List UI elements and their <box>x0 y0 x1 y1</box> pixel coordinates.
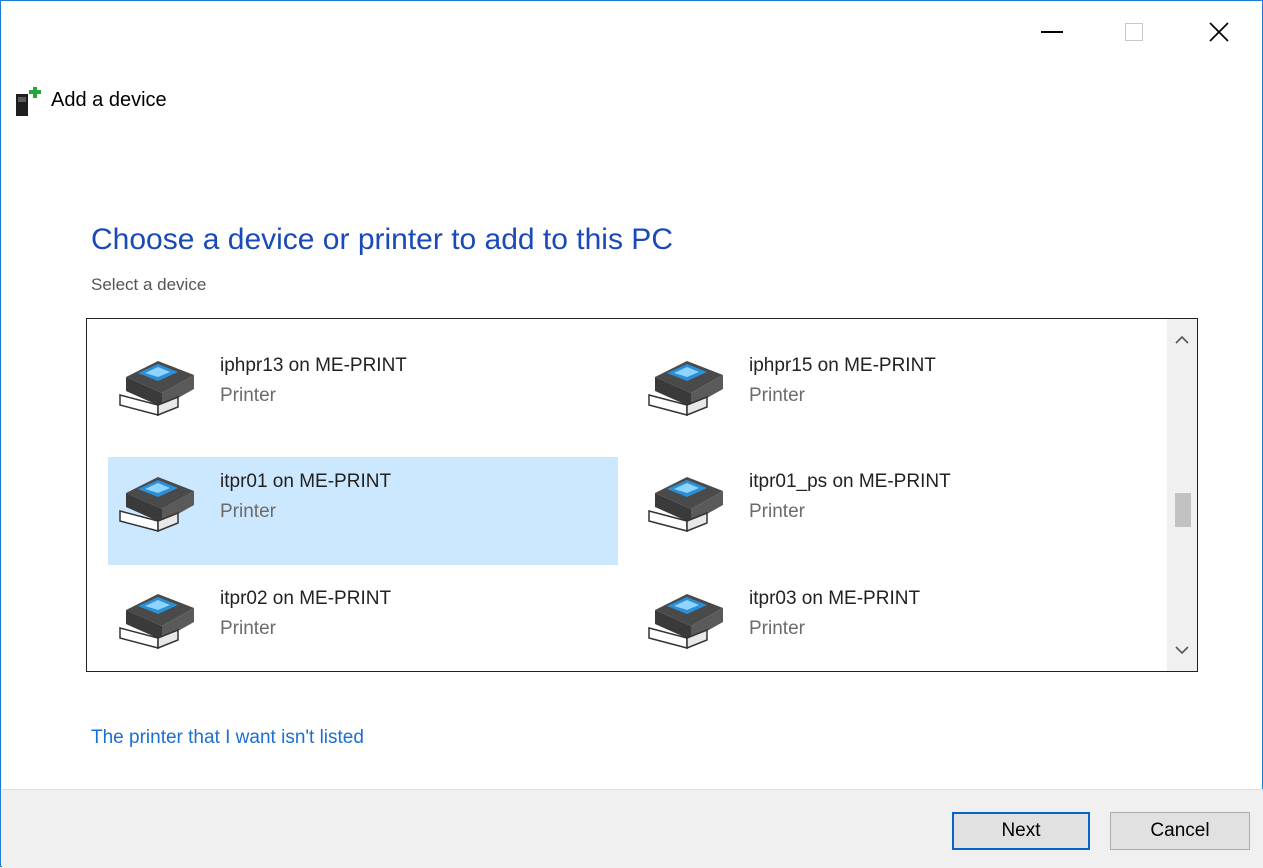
device-tile[interactable]: itpr01_ps on ME-PRINT Printer <box>637 457 1147 565</box>
device-name: itpr03 on ME-PRINT <box>749 588 921 609</box>
device-list-scrollbar[interactable] <box>1167 319 1197 671</box>
device-list[interactable]: Printer Printer iphpr13 on ME-PRINT Printer… <box>86 318 1198 672</box>
close-button[interactable] <box>1196 9 1242 55</box>
device-name: itpr02 on ME-PRINT <box>220 588 392 609</box>
printer-not-listed-link[interactable]: The printer that I want isn't listed <box>91 727 364 749</box>
scroll-up-button[interactable] <box>1167 323 1197 357</box>
device-tile[interactable]: itpr03 on ME-PRINT Printer <box>637 574 1147 671</box>
scroll-thumb[interactable] <box>1175 493 1191 527</box>
chevron-down-icon <box>1175 646 1189 655</box>
maximize-icon <box>1125 23 1143 41</box>
device-tile[interactable]: Printer <box>108 319 618 332</box>
device-type: Printer <box>220 618 276 639</box>
device-type: Printer <box>749 501 805 522</box>
close-icon <box>1209 22 1229 42</box>
chevron-up-icon <box>1175 335 1189 344</box>
scroll-down-button[interactable] <box>1167 633 1197 667</box>
device-type: Printer <box>749 618 805 639</box>
minimize-icon <box>1041 31 1063 33</box>
device-name: itpr01_ps on ME-PRINT <box>749 471 951 492</box>
device-name: iphpr15 on ME-PRINT <box>749 355 936 376</box>
minimize-button[interactable] <box>1029 9 1075 55</box>
device-type: Printer <box>749 385 805 406</box>
printer-icon <box>118 586 198 650</box>
printer-icon <box>118 469 198 533</box>
printer-icon <box>647 469 727 533</box>
device-tile[interactable]: Printer <box>637 319 1147 332</box>
device-type: Printer <box>220 385 276 406</box>
device-tile[interactable]: itpr02 on ME-PRINT Printer <box>108 574 618 671</box>
window-title: Add a device <box>51 89 167 111</box>
device-tile[interactable]: itpr01 on ME-PRINT Printer <box>108 457 618 565</box>
device-name: iphpr13 on ME-PRINT <box>220 355 407 376</box>
add-device-window: Add a device Choose a device or printer … <box>0 0 1263 868</box>
printer-icon <box>647 586 727 650</box>
device-tile[interactable]: iphpr15 on ME-PRINT Printer <box>637 341 1147 449</box>
printer-icon <box>647 353 727 417</box>
printer-icon <box>118 353 198 417</box>
device-tile[interactable]: iphpr13 on ME-PRINT Printer <box>108 341 618 449</box>
device-name: itpr01 on ME-PRINT <box>220 471 392 492</box>
maximize-button[interactable] <box>1111 9 1157 55</box>
next-button[interactable]: Next <box>952 812 1090 850</box>
add-device-icon <box>16 87 41 116</box>
page-title: Choose a device or printer to add to thi… <box>91 223 673 256</box>
footer-bar: Next Cancel <box>2 789 1263 868</box>
device-type: Printer <box>220 501 276 522</box>
page-subtitle: Select a device <box>91 275 207 294</box>
cancel-button[interactable]: Cancel <box>1110 812 1250 850</box>
